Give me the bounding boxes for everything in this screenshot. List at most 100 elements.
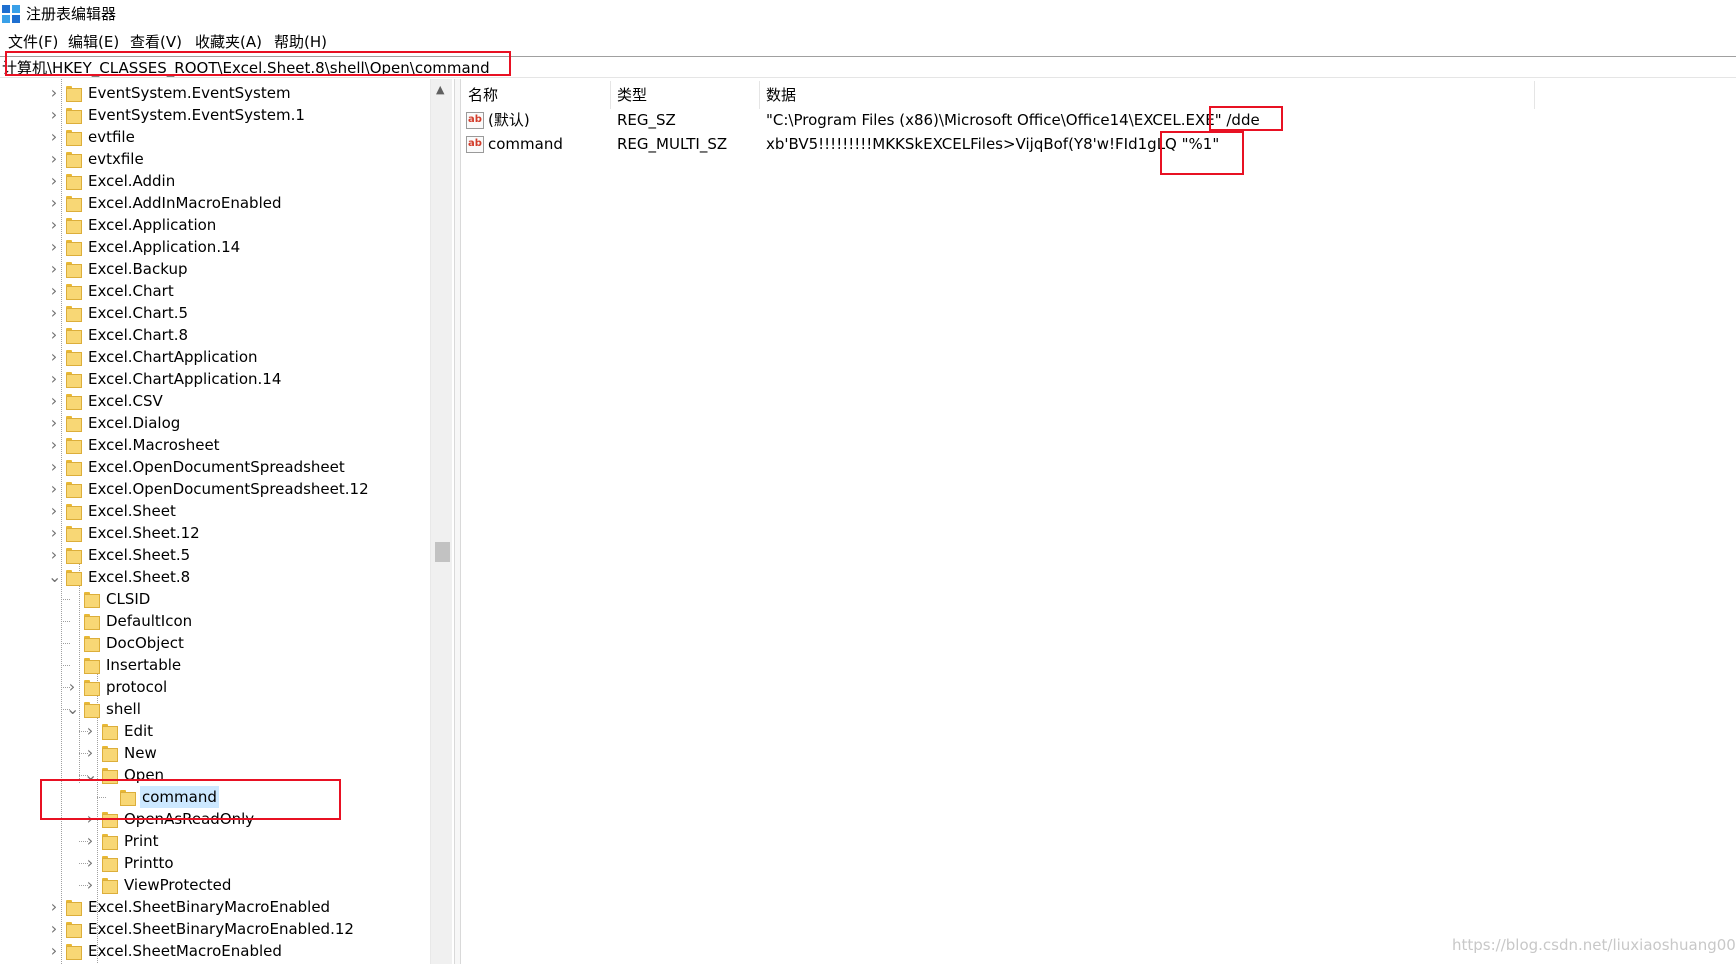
chevron-right-icon[interactable]: › <box>48 126 60 148</box>
chevron-right-icon[interactable]: › <box>48 302 60 324</box>
tree-node-excel-application[interactable]: › Excel.Application <box>0 214 430 236</box>
column-separator[interactable] <box>1534 81 1535 109</box>
chevron-right-icon[interactable]: › <box>48 104 60 126</box>
chevron-down-icon[interactable]: ⌄ <box>84 764 97 786</box>
menu-edit[interactable]: 编辑(E) <box>68 32 119 52</box>
value-row-default[interactable]: ab (默认) REG_SZ "C:\Program Files (x86)\M… <box>461 109 1736 133</box>
tree-node-excel-sheet-8[interactable]: ⌄ Excel.Sheet.8 <box>0 566 430 588</box>
tree-node-excel-opendocumentspreadsheet-12[interactable]: › Excel.OpenDocumentSpreadsheet.12 <box>0 478 430 500</box>
folder-icon <box>66 900 82 916</box>
chevron-down-icon[interactable]: ⌄ <box>48 566 61 588</box>
tree-node-label: CLSID <box>106 590 151 608</box>
chevron-right-icon[interactable]: › <box>48 258 60 280</box>
tree-node-viewprotected[interactable]: › ViewProtected <box>0 874 430 896</box>
folder-icon <box>66 482 82 498</box>
pane-splitter[interactable] <box>454 79 461 964</box>
chevron-right-icon[interactable]: › <box>48 214 60 236</box>
tree-node-excel-sheetbinarymacroenabled-12[interactable]: › Excel.SheetBinaryMacroEnabled.12 <box>0 918 430 940</box>
tree-scrollbar[interactable]: ▲ <box>430 79 452 964</box>
tree-node-excel-addin[interactable]: › Excel.Addin <box>0 170 430 192</box>
tree-node-clsid[interactable]: CLSID <box>0 588 430 610</box>
tree-node-defaulticon[interactable]: DefaultIcon <box>0 610 430 632</box>
tree-node-edit[interactable]: › Edit <box>0 720 430 742</box>
tree-node-excel-addinmacroenabled[interactable]: › Excel.AddInMacroEnabled <box>0 192 430 214</box>
menu-file[interactable]: 文件(F) <box>8 32 58 52</box>
chevron-right-icon[interactable]: › <box>48 390 60 412</box>
tree-node-excel-sheetbinarymacroenabled[interactable]: › Excel.SheetBinaryMacroEnabled <box>0 896 430 918</box>
chevron-right-icon[interactable]: › <box>84 830 96 852</box>
tree-node-label: evtfile <box>88 128 135 146</box>
tree-node-excel-csv[interactable]: › Excel.CSV <box>0 390 430 412</box>
chevron-right-icon[interactable]: › <box>48 236 60 258</box>
chevron-right-icon[interactable]: › <box>48 368 60 390</box>
chevron-right-icon[interactable]: › <box>84 720 96 742</box>
column-separator[interactable] <box>610 81 611 109</box>
chevron-right-icon[interactable]: › <box>48 456 60 478</box>
tree-node-excel-chart-8[interactable]: › Excel.Chart.8 <box>0 324 430 346</box>
value-row-command[interactable]: ab command REG_MULTI_SZ xb'BV5!!!!!!!!!M… <box>461 133 1736 157</box>
chevron-right-icon[interactable]: › <box>84 742 96 764</box>
tree-node-printto[interactable]: › Printto <box>0 852 430 874</box>
tree-node-excel-sheet-5[interactable]: › Excel.Sheet.5 <box>0 544 430 566</box>
chevron-right-icon[interactable]: › <box>48 192 60 214</box>
chevron-right-icon[interactable]: › <box>48 434 60 456</box>
tree-node-evtxfile[interactable]: › evtxfile <box>0 148 430 170</box>
chevron-right-icon[interactable]: › <box>48 544 60 566</box>
chevron-right-icon[interactable]: › <box>48 500 60 522</box>
chevron-down-icon[interactable]: ⌄ <box>66 698 79 720</box>
tree-node-excel-application-14[interactable]: › Excel.Application.14 <box>0 236 430 258</box>
column-separator[interactable] <box>759 81 760 109</box>
tree-node-eventsystem-eventsystem-1[interactable]: › EventSystem.EventSystem.1 <box>0 104 430 126</box>
address-path[interactable]: 计算机\HKEY_CLASSES_ROOT\Excel.Sheet.8\shel… <box>2 58 490 78</box>
tree-node-excel-chartapplication[interactable]: › Excel.ChartApplication <box>0 346 430 368</box>
scroll-up-arrow-icon[interactable]: ▲ <box>436 83 444 96</box>
chevron-right-icon[interactable]: › <box>48 918 60 940</box>
tree-node-openasreadonly[interactable]: › OpenAsReadOnly <box>0 808 430 830</box>
tree-node-excel-opendocumentspreadsheet[interactable]: › Excel.OpenDocumentSpreadsheet <box>0 456 430 478</box>
chevron-right-icon[interactable]: › <box>84 852 96 874</box>
tree-node-excel-chartapplication-14[interactable]: › Excel.ChartApplication.14 <box>0 368 430 390</box>
chevron-right-icon[interactable]: › <box>48 412 60 434</box>
chevron-right-icon[interactable]: › <box>84 808 96 830</box>
chevron-right-icon[interactable]: › <box>48 170 60 192</box>
tree-node-open[interactable]: ⌄ Open <box>0 764 430 786</box>
chevron-right-icon[interactable]: › <box>66 676 78 698</box>
tree-node-excel-macrosheet[interactable]: › Excel.Macrosheet <box>0 434 430 456</box>
menu-help[interactable]: 帮助(H) <box>274 32 327 52</box>
tree-node-excel-chart[interactable]: › Excel.Chart <box>0 280 430 302</box>
chevron-right-icon[interactable]: › <box>84 874 96 896</box>
chevron-right-icon[interactable]: › <box>48 896 60 918</box>
column-header-data[interactable]: 数据 <box>766 85 796 105</box>
tree-node-evtfile[interactable]: › evtfile <box>0 126 430 148</box>
chevron-right-icon[interactable]: › <box>48 478 60 500</box>
chevron-right-icon[interactable]: › <box>48 324 60 346</box>
tree-node-excel-chart-5[interactable]: › Excel.Chart.5 <box>0 302 430 324</box>
tree-node-excel-backup[interactable]: › Excel.Backup <box>0 258 430 280</box>
tree-node-protocol[interactable]: › protocol <box>0 676 430 698</box>
chevron-right-icon[interactable]: › <box>48 346 60 368</box>
tree-node-print[interactable]: › Print <box>0 830 430 852</box>
chevron-right-icon[interactable]: › <box>48 82 60 104</box>
tree-node-excel-dialog[interactable]: › Excel.Dialog <box>0 412 430 434</box>
chevron-right-icon[interactable]: › <box>48 522 60 544</box>
tree-node-shell[interactable]: ⌄ shell <box>0 698 430 720</box>
key-tree[interactable]: › EventSystem.EventSystem › EventSystem.Eve… <box>0 79 454 964</box>
menu-favorites[interactable]: 收藏夹(A) <box>195 32 262 52</box>
menu-view[interactable]: 查看(V) <box>130 32 182 52</box>
tree-node-new[interactable]: › New <box>0 742 430 764</box>
values-list[interactable]: 名称 类型 数据 ab (默认) REG_SZ "C:\Program File… <box>461 79 1736 964</box>
tree-node-excel-sheet[interactable]: › Excel.Sheet <box>0 500 430 522</box>
chevron-right-icon[interactable]: › <box>48 280 60 302</box>
tree-node-command[interactable]: command <box>0 786 430 808</box>
chevron-right-icon[interactable]: › <box>48 940 60 962</box>
tree-node-insertable[interactable]: Insertable <box>0 654 430 676</box>
tree-node-eventsystem-eventsystem[interactable]: › EventSystem.EventSystem <box>0 82 430 104</box>
column-header-type[interactable]: 类型 <box>617 85 647 105</box>
chevron-right-icon[interactable]: › <box>48 148 60 170</box>
tree-node-excel-sheet-12[interactable]: › Excel.Sheet.12 <box>0 522 430 544</box>
scroll-thumb[interactable] <box>435 542 450 562</box>
tree-node-docobject[interactable]: DocObject <box>0 632 430 654</box>
tree-node-excel-sheetmacroenabled[interactable]: › Excel.SheetMacroEnabled <box>0 940 430 962</box>
column-header-name[interactable]: 名称 <box>468 85 498 105</box>
address-bar[interactable]: 计算机\HKEY_CLASSES_ROOT\Excel.Sheet.8\shel… <box>0 56 1736 78</box>
